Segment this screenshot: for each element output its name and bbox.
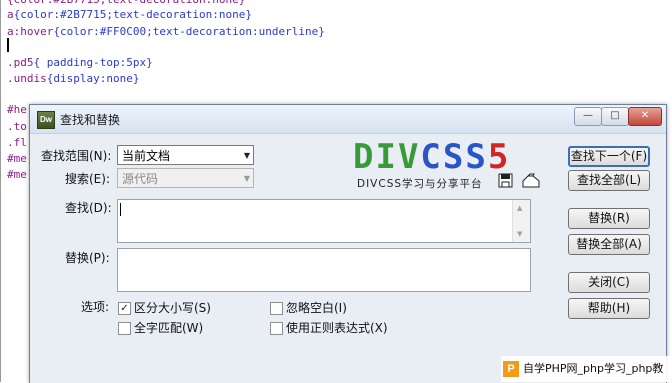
text-cursor [7, 38, 9, 52]
match-whole-word-label[interactable]: 全字匹配(W) [134, 320, 203, 336]
watermark-logo: DIVCSS5 [353, 137, 511, 177]
site-badge-text: 自学PHP网_php学习_php教 [523, 362, 664, 375]
match-case-label[interactable]: 区分大小写(S) [134, 300, 211, 316]
code-line: .undis{display:none} [7, 72, 140, 85]
site-badge: P 自学PHP网_php学习_php教 [501, 356, 672, 382]
code-line: a:hover{color:#FF0C00;text-decoration:un… [7, 25, 325, 38]
scroll-up-icon[interactable]: ▲ [517, 204, 522, 212]
php-logo-icon: P [503, 361, 519, 377]
find-scrollbar[interactable]: ▲ ▼ [512, 200, 530, 242]
replace-button[interactable]: 替换(R) [568, 208, 650, 229]
options-label: 选项: [81, 300, 110, 314]
use-regex-label[interactable]: 使用正则表达式(X) [286, 320, 388, 336]
scope-label: 查找范围(N): [41, 149, 112, 163]
code-line: .pd5{ padding-top:5px} [7, 56, 153, 69]
replace-textarea[interactable] [117, 248, 531, 292]
text-caret [120, 203, 121, 216]
chevron-down-icon: ▼ [243, 151, 250, 160]
find-next-button[interactable]: 查找下一个(F) [568, 146, 650, 167]
replace-all-button[interactable]: 替换全部(A) [568, 234, 650, 255]
replace-label: 替换(P): [65, 251, 110, 265]
match-whole-word-checkbox[interactable] [118, 322, 131, 335]
code-line: #me [7, 152, 27, 165]
minimize-button[interactable]: — [574, 107, 602, 126]
maximize-button[interactable]: □ [601, 107, 629, 126]
find-all-button[interactable]: 查找全部(L) [568, 170, 650, 191]
help-button[interactable]: 帮助(H) [568, 298, 650, 319]
find-textarea[interactable]: ▲ ▼ [117, 199, 531, 243]
search-label: 搜索(E): [65, 172, 110, 186]
code-line: a{color:#2B7715;text-decoration:none} [7, 8, 253, 21]
close-button[interactable]: 关闭(C) [568, 272, 650, 293]
match-case-checkbox[interactable]: ✓ [118, 302, 131, 315]
watermark-subtitle: DIVCSS学习与分享平台 [357, 178, 483, 190]
divcss5-watermark: DIVCSS5 DIVCSS学习与分享平台 [353, 140, 510, 191]
search-select-value: 源代码 [122, 172, 159, 186]
code-line: .fl [7, 136, 27, 149]
scroll-down-icon[interactable]: ▼ [517, 230, 522, 238]
code-line: .to [7, 120, 27, 133]
chevron-down-icon: ▼ [243, 174, 250, 183]
use-regex-checkbox[interactable] [270, 322, 283, 335]
scope-select[interactable]: 当前文档 ▼ [117, 145, 254, 165]
load-query-icon[interactable] [522, 173, 540, 192]
ignore-whitespace-label[interactable]: 忽略空白(I) [286, 300, 347, 316]
dialog-title: 查找和替换 [60, 113, 121, 127]
dialog-titlebar[interactable]: Dw 查找和替换 — □ ✕ [30, 105, 666, 134]
close-window-button[interactable]: ✕ [628, 107, 662, 126]
ignore-whitespace-checkbox[interactable] [270, 302, 283, 315]
search-select: 源代码 ▼ [117, 168, 254, 188]
find-replace-dialog: Dw 查找和替换 — □ ✕ 查找范围(N): 当前文档 ▼ 搜索(E): 源代… [29, 104, 667, 383]
code-line: #he [7, 103, 27, 116]
dreamweaver-app-icon: Dw [37, 111, 55, 129]
code-line: #me [7, 168, 27, 181]
scope-select-value: 当前文档 [122, 149, 171, 163]
find-label: 查找(D): [65, 201, 112, 215]
